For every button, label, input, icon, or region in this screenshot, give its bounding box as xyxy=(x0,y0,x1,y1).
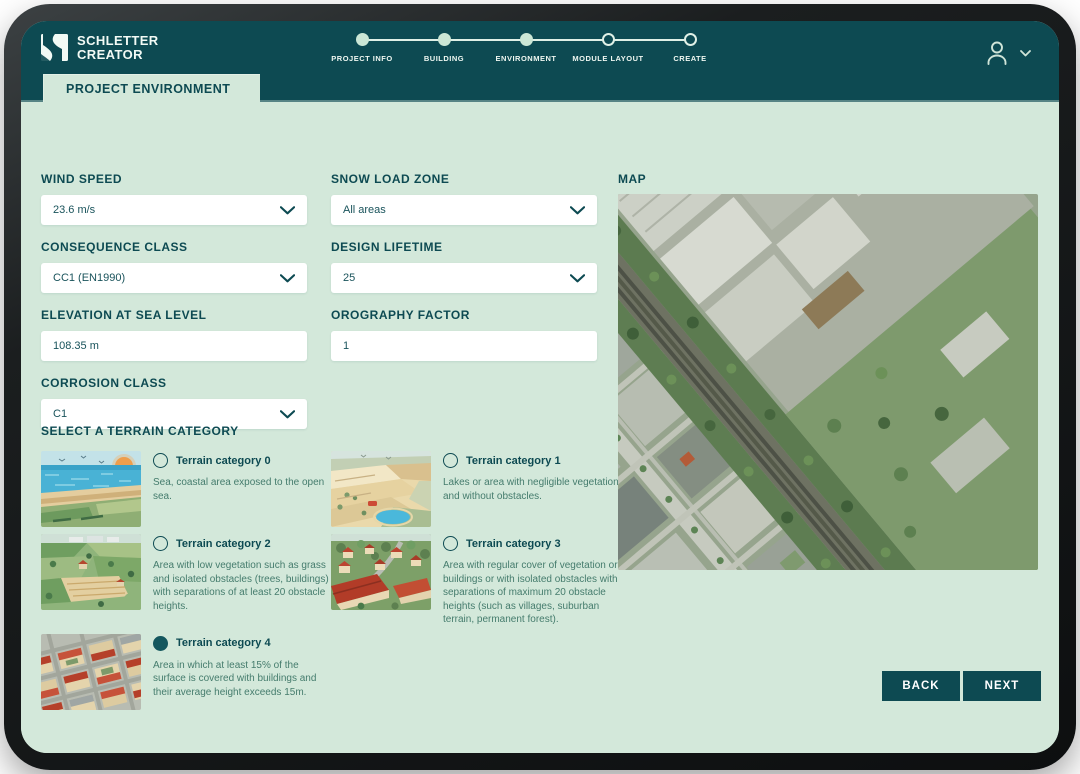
footer-actions: BACK NEXT xyxy=(882,671,1041,701)
step-label: ENVIRONMENT xyxy=(496,54,557,63)
terrain-category-section: SELECT A TERRAIN CATEGORY xyxy=(41,424,641,710)
elevation-input[interactable] xyxy=(53,340,295,352)
user-menu[interactable] xyxy=(984,39,1031,67)
step-module-layout[interactable]: MODULE LAYOUT xyxy=(567,33,649,63)
terrain-option-description: Lakes or area with negligible vegetation… xyxy=(443,476,621,503)
wind-speed-select[interactable]: 23.6 m/s xyxy=(41,195,307,225)
snow-load-zone-value: All areas xyxy=(343,204,570,216)
orography-input-wrap xyxy=(331,331,597,361)
tablet-frame: SCHLETTER CREATOR PROJECT INFO BUILDING xyxy=(4,4,1076,770)
wind-speed-value: 23.6 m/s xyxy=(53,204,280,216)
consequence-class-label: CONSEQUENCE CLASS xyxy=(41,240,307,254)
schletter-logo-icon xyxy=(41,34,68,61)
terrain-option-description: Area with regular cover of vegetation or… xyxy=(443,559,621,627)
app-body: WIND SPEED 23.6 m/s CONSEQUENCE CLASS CC… xyxy=(21,102,1059,753)
step-building[interactable]: BUILDING xyxy=(403,33,485,63)
step-project-info[interactable]: PROJECT INFO xyxy=(321,33,403,63)
app-screen: SCHLETTER CREATOR PROJECT INFO BUILDING xyxy=(21,21,1059,753)
orography-factor-field: OROGRAPHY FACTOR xyxy=(331,308,597,361)
map-satellite-image xyxy=(618,194,1038,570)
terrain-category-3-illustration xyxy=(331,534,431,610)
design-lifetime-label: DESIGN LIFETIME xyxy=(331,240,597,254)
chevron-down-icon xyxy=(280,410,295,419)
terrain-option-0[interactable]: Terrain category 0 Sea, coastal area exp… xyxy=(41,451,331,527)
app-header: SCHLETTER CREATOR PROJECT INFO BUILDING xyxy=(21,21,1059,102)
terrain-grid: Terrain category 0 Sea, coastal area exp… xyxy=(41,451,641,710)
terrain-option-description: Area in which at least 15% of the surfac… xyxy=(153,659,331,700)
step-label: BUILDING xyxy=(424,54,464,63)
back-button[interactable]: BACK xyxy=(882,671,960,701)
wind-speed-field: WIND SPEED 23.6 m/s xyxy=(41,172,307,225)
terrain-option-label: Terrain category 2 xyxy=(176,538,271,550)
design-lifetime-field: DESIGN LIFETIME 25 xyxy=(331,240,597,293)
consequence-class-value: CC1 (EN1990) xyxy=(53,272,280,284)
terrain-radio[interactable] xyxy=(153,453,168,468)
chevron-down-icon xyxy=(1020,50,1031,57)
terrain-option-description: Sea, coastal area exposed to the open se… xyxy=(153,476,331,503)
app-logo-text: SCHLETTER CREATOR xyxy=(77,34,159,61)
terrain-option-description: Area with low vegetation such as grass a… xyxy=(153,559,331,613)
corrosion-class-label: CORROSION CLASS xyxy=(41,376,307,390)
progress-stepper: PROJECT INFO BUILDING ENVIRONMENT MODULE… xyxy=(321,33,731,63)
terrain-category-1-illustration xyxy=(331,451,431,527)
terrain-option-label: Terrain category 0 xyxy=(176,455,271,467)
step-dot xyxy=(356,33,369,46)
consequence-class-field: CONSEQUENCE CLASS CC1 (EN1990) xyxy=(41,240,307,293)
chevron-down-icon xyxy=(280,274,295,283)
map-section: MAP xyxy=(618,172,1038,570)
orography-factor-label: OROGRAPHY FACTOR xyxy=(331,308,597,322)
terrain-option-label: Terrain category 4 xyxy=(176,637,271,649)
step-label: PROJECT INFO xyxy=(331,54,392,63)
tab-project-environment[interactable]: PROJECT ENVIRONMENT xyxy=(43,74,260,102)
terrain-radio[interactable] xyxy=(443,453,458,468)
form-column-left: WIND SPEED 23.6 m/s CONSEQUENCE CLASS CC… xyxy=(41,172,307,444)
form-column-middle: SNOW LOAD ZONE All areas DESIGN LIFETIME… xyxy=(331,172,597,376)
step-environment[interactable]: ENVIRONMENT xyxy=(485,33,567,63)
step-label: CREATE xyxy=(673,54,706,63)
design-lifetime-value: 25 xyxy=(343,272,570,284)
snow-load-zone-field: SNOW LOAD ZONE All areas xyxy=(331,172,597,225)
corrosion-class-field: CORROSION CLASS C1 xyxy=(41,376,307,429)
step-dot xyxy=(438,33,451,46)
wind-speed-label: WIND SPEED xyxy=(41,172,307,186)
terrain-option-4[interactable]: Terrain category 4 Area in which at leas… xyxy=(41,634,331,710)
elevation-field: ELEVATION AT SEA LEVEL xyxy=(41,308,307,361)
terrain-option-label: Terrain category 3 xyxy=(466,538,561,550)
user-avatar-icon xyxy=(984,39,1010,67)
step-label: MODULE LAYOUT xyxy=(572,54,643,63)
terrain-category-2-illustration xyxy=(41,534,141,610)
step-dot xyxy=(602,33,615,46)
chevron-down-icon xyxy=(570,206,585,215)
step-dot xyxy=(684,33,697,46)
page: SCHLETTER CREATOR PROJECT INFO BUILDING xyxy=(0,0,1080,774)
terrain-radio[interactable] xyxy=(153,636,168,651)
snow-load-zone-label: SNOW LOAD ZONE xyxy=(331,172,597,186)
map-label: MAP xyxy=(618,172,1038,186)
orography-factor-input[interactable] xyxy=(343,340,585,352)
elevation-input-wrap xyxy=(41,331,307,361)
terrain-option-label: Terrain category 1 xyxy=(466,455,561,467)
chevron-down-icon xyxy=(570,274,585,283)
design-lifetime-select[interactable]: 25 xyxy=(331,263,597,293)
elevation-label: ELEVATION AT SEA LEVEL xyxy=(41,308,307,322)
terrain-heading: SELECT A TERRAIN CATEGORY xyxy=(41,424,641,438)
step-dot xyxy=(520,33,533,46)
step-create[interactable]: CREATE xyxy=(649,33,731,63)
terrain-category-0-illustration xyxy=(41,451,141,527)
terrain-option-1[interactable]: Terrain category 1 Lakes or area with ne… xyxy=(331,451,621,527)
terrain-option-3[interactable]: Terrain category 3 Area with regular cov… xyxy=(331,534,621,627)
next-button[interactable]: NEXT xyxy=(963,671,1041,701)
app-logo[interactable]: SCHLETTER CREATOR xyxy=(41,34,159,61)
terrain-category-4-illustration xyxy=(41,634,141,710)
terrain-radio[interactable] xyxy=(443,536,458,551)
terrain-radio[interactable] xyxy=(153,536,168,551)
consequence-class-select[interactable]: CC1 (EN1990) xyxy=(41,263,307,293)
snow-load-zone-select[interactable]: All areas xyxy=(331,195,597,225)
corrosion-class-value: C1 xyxy=(53,408,280,420)
chevron-down-icon xyxy=(280,206,295,215)
terrain-option-2[interactable]: Terrain category 2 Area with low vegetat… xyxy=(41,534,331,627)
